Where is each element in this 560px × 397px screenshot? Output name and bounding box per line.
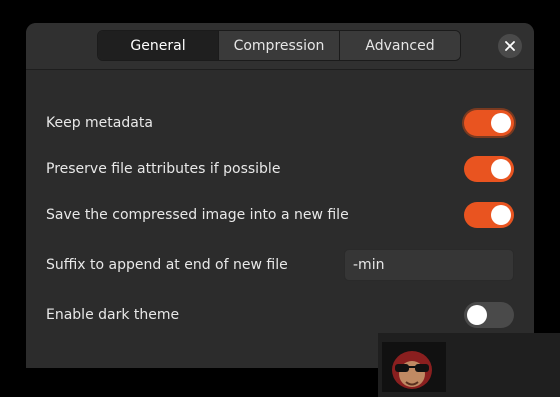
keep-metadata-row: Keep metadata [46, 106, 514, 140]
save-new-file-row: Save the compressed image into a new fil… [46, 198, 514, 232]
sunglasses-face-icon [392, 351, 432, 389]
suffix-label: Suffix to append at end of new file [46, 257, 288, 273]
preserve-attributes-row: Preserve file attributes if possible [46, 152, 514, 186]
switch-knob [491, 205, 511, 225]
general-settings-panel: Keep metadata Preserve file attributes i… [26, 70, 534, 368]
header-bar: General Compression Advanced [26, 23, 534, 70]
dark-theme-switch[interactable] [464, 302, 514, 328]
switch-knob [491, 113, 511, 133]
close-button[interactable] [498, 34, 522, 58]
dark-theme-row: Enable dark theme [46, 298, 514, 332]
tab-switcher: General Compression Advanced [97, 30, 461, 61]
tab-compression[interactable]: Compression [219, 31, 340, 60]
dark-theme-label: Enable dark theme [46, 307, 180, 323]
preserve-attributes-label: Preserve file attributes if possible [46, 161, 281, 177]
switch-knob [491, 159, 511, 179]
keep-metadata-label: Keep metadata [46, 115, 153, 131]
suffix-row: Suffix to append at end of new file [46, 248, 514, 282]
avatar [382, 342, 446, 392]
save-new-file-label: Save the compressed image into a new fil… [46, 207, 349, 223]
preferences-window: General Compression Advanced Keep metada… [26, 23, 534, 368]
save-new-file-switch[interactable] [464, 202, 514, 228]
keep-metadata-switch[interactable] [464, 110, 514, 136]
tab-general[interactable]: General [98, 31, 219, 60]
close-icon [505, 41, 515, 51]
switch-knob [467, 305, 487, 325]
tab-advanced[interactable]: Advanced [340, 31, 460, 60]
suffix-input[interactable] [344, 249, 514, 281]
preserve-attributes-switch[interactable] [464, 156, 514, 182]
